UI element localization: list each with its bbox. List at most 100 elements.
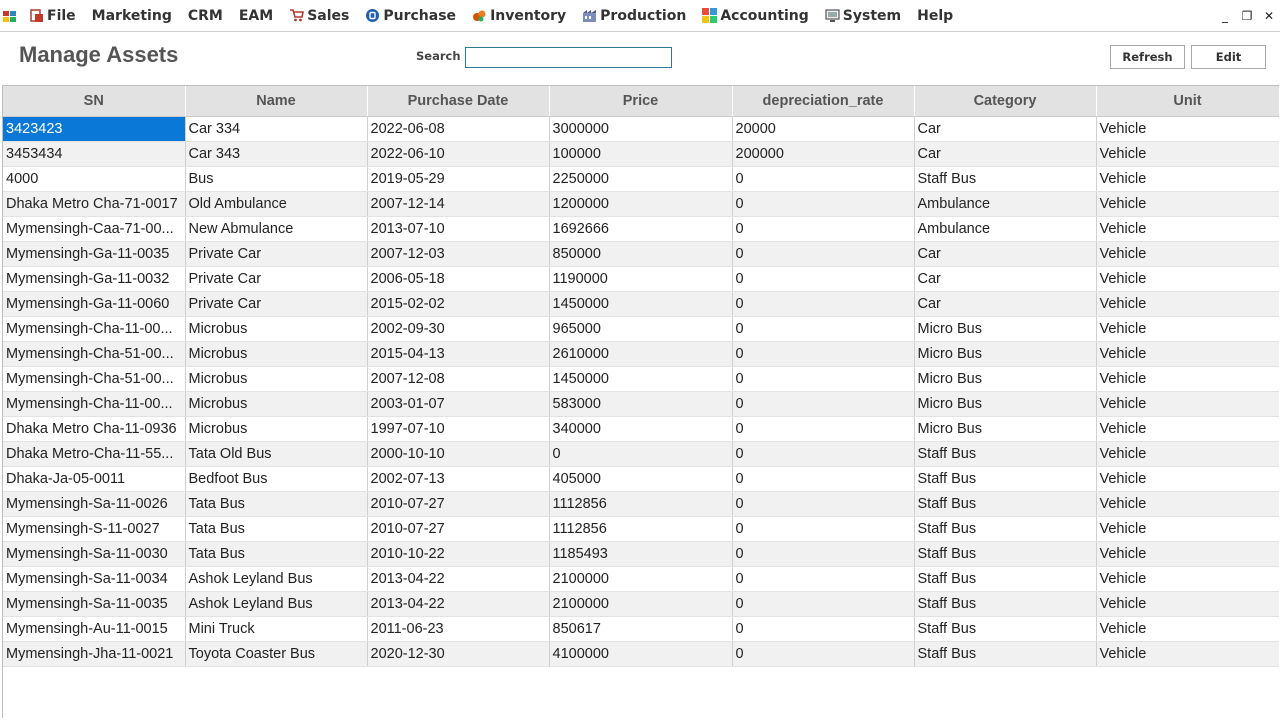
cell-name[interactable]: Car 343 [185, 141, 368, 167]
cell-name[interactable]: Bedfoot Bus [185, 466, 368, 492]
search-input[interactable] [465, 47, 672, 68]
cell-category[interactable]: Micro Bus [914, 341, 1097, 367]
table-row[interactable]: Mymensingh-Cha-11-00... Microbus 2003-01-0… [3, 391, 1279, 417]
cell-price[interactable]: 2100000 [549, 591, 733, 617]
cell-price[interactable]: 100000 [549, 141, 733, 167]
cell-sn[interactable]: Mymensingh-Ga-11-0035 [3, 241, 186, 267]
cell-name[interactable]: Microbus [185, 391, 368, 417]
column-header-name[interactable]: Name [185, 86, 368, 117]
cell-sn[interactable]: 3423423 [3, 116, 186, 142]
column-header-price[interactable]: Price [549, 86, 733, 117]
cell-purchase-date[interactable]: 2002-09-30 [367, 316, 550, 342]
cell-purchase-date[interactable]: 2002-07-13 [367, 466, 550, 492]
cell-category[interactable]: Micro Bus [914, 366, 1097, 392]
cell-depreciation-rate[interactable]: 0 [732, 216, 915, 242]
cell-depreciation-rate[interactable]: 20000 [732, 116, 915, 142]
table-row[interactable]: Dhaka-Ja-05-0011 Bedfoot Bus 2002-07-13 405… [3, 466, 1279, 492]
cell-price[interactable]: 1112856 [549, 516, 733, 542]
cell-price[interactable]: 4100000 [549, 641, 733, 667]
cell-name[interactable]: Microbus [185, 416, 368, 442]
table-row[interactable]: Mymensingh-Ga-11-0032 Private Car 2006-05-… [3, 266, 1279, 292]
cell-depreciation-rate[interactable]: 0 [732, 391, 915, 417]
cell-sn[interactable]: Mymensingh-Cha-11-00... [3, 316, 186, 342]
cell-price[interactable]: 0 [549, 441, 733, 467]
cell-purchase-date[interactable]: 2013-04-22 [367, 591, 550, 617]
cell-depreciation-rate[interactable]: 0 [732, 641, 915, 667]
cell-unit[interactable]: Vehicle [1096, 441, 1279, 467]
cell-unit[interactable]: Vehicle [1096, 466, 1279, 492]
cell-depreciation-rate[interactable]: 0 [732, 491, 915, 517]
cell-unit[interactable]: Vehicle [1096, 191, 1279, 217]
table-row[interactable]: Dhaka Metro Cha-11-0936 Microbus 1997-07-1… [3, 416, 1279, 442]
cell-category[interactable]: Car [914, 241, 1097, 267]
cell-depreciation-rate[interactable]: 0 [732, 191, 915, 217]
cell-unit[interactable]: Vehicle [1096, 216, 1279, 242]
cell-purchase-date[interactable]: 2019-05-29 [367, 166, 550, 192]
cell-name[interactable]: Ashok Leyland Bus [185, 566, 368, 592]
cell-price[interactable]: 1185493 [549, 541, 733, 567]
cell-name[interactable]: Microbus [185, 366, 368, 392]
edit-button[interactable]: Edit [1191, 45, 1266, 69]
menu-file[interactable]: File [21, 0, 84, 31]
cell-name[interactable]: Ashok Leyland Bus [185, 591, 368, 617]
cell-unit[interactable]: Vehicle [1096, 541, 1279, 567]
cell-unit[interactable]: Vehicle [1096, 266, 1279, 292]
cell-price[interactable]: 2610000 [549, 341, 733, 367]
cell-depreciation-rate[interactable]: 0 [732, 316, 915, 342]
table-row[interactable]: Mymensingh-Cha-51-00... Microbus 2007-12-0… [3, 366, 1279, 392]
cell-price[interactable]: 2250000 [549, 166, 733, 192]
cell-name[interactable]: Private Car [185, 291, 368, 317]
cell-depreciation-rate[interactable]: 0 [732, 541, 915, 567]
cell-category[interactable]: Staff Bus [914, 541, 1097, 567]
table-row[interactable]: Dhaka Metro Cha-71-0017 Old Ambulance 2007… [3, 191, 1279, 217]
table-row[interactable]: Mymensingh-Ga-11-0035 Private Car 2007-12-… [3, 241, 1279, 267]
cell-purchase-date[interactable]: 2006-05-18 [367, 266, 550, 292]
cell-price[interactable]: 850617 [549, 616, 733, 642]
cell-category[interactable]: Micro Bus [914, 316, 1097, 342]
cell-price[interactable]: 3000000 [549, 116, 733, 142]
menu-sales[interactable]: Sales [281, 0, 357, 31]
table-row[interactable]: Mymensingh-Jha-11-0021 Toyota Coaster Bus… [3, 641, 1279, 667]
column-header-purchase-date[interactable]: Purchase Date [367, 86, 550, 117]
cell-sn[interactable]: Mymensingh-Ga-11-0060 [3, 291, 186, 317]
menu-inventory[interactable]: Inventory [464, 0, 574, 31]
cell-name[interactable]: Microbus [185, 316, 368, 342]
cell-sn[interactable]: 4000 [3, 166, 186, 192]
cell-unit[interactable]: Vehicle [1096, 166, 1279, 192]
cell-depreciation-rate[interactable]: 200000 [732, 141, 915, 167]
cell-unit[interactable]: Vehicle [1096, 516, 1279, 542]
cell-unit[interactable]: Vehicle [1096, 641, 1279, 667]
cell-category[interactable]: Staff Bus [914, 641, 1097, 667]
minimize-button[interactable]: _ [1214, 0, 1236, 31]
cell-purchase-date[interactable]: 2003-01-07 [367, 391, 550, 417]
cell-unit[interactable]: Vehicle [1096, 416, 1279, 442]
table-row[interactable]: Mymensingh-Sa-11-0030 Tata Bus 2010-10-22 1… [3, 541, 1279, 567]
cell-depreciation-rate[interactable]: 0 [732, 266, 915, 292]
cell-name[interactable]: Bus [185, 166, 368, 192]
column-header-category[interactable]: Category [914, 86, 1097, 117]
cell-purchase-date[interactable]: 2007-12-08 [367, 366, 550, 392]
cell-name[interactable]: Toyota Coaster Bus [185, 641, 368, 667]
cell-category[interactable]: Staff Bus [914, 616, 1097, 642]
cell-name[interactable]: Tata Bus [185, 541, 368, 567]
cell-sn[interactable]: Mymensingh-Au-11-0015 [3, 616, 186, 642]
cell-sn[interactable]: Mymensingh-Sa-11-0034 [3, 566, 186, 592]
cell-category[interactable]: Staff Bus [914, 166, 1097, 192]
cell-purchase-date[interactable]: 1997-07-10 [367, 416, 550, 442]
cell-category[interactable]: Car [914, 291, 1097, 317]
cell-unit[interactable]: Vehicle [1096, 341, 1279, 367]
cell-category[interactable]: Staff Bus [914, 566, 1097, 592]
menu-accounting[interactable]: Accounting [694, 0, 816, 31]
cell-purchase-date[interactable]: 2010-07-27 [367, 516, 550, 542]
cell-category[interactable]: Ambulance [914, 191, 1097, 217]
cell-unit[interactable]: Vehicle [1096, 316, 1279, 342]
table-row[interactable]: Mymensingh-S-11-0027 Tata Bus 2010-07-27 11… [3, 516, 1279, 542]
cell-category[interactable]: Car [914, 116, 1097, 142]
cell-category[interactable]: Staff Bus [914, 466, 1097, 492]
cell-category[interactable]: Micro Bus [914, 416, 1097, 442]
cell-sn[interactable]: Dhaka Metro Cha-11-0936 [3, 416, 186, 442]
cell-unit[interactable]: Vehicle [1096, 291, 1279, 317]
cell-name[interactable]: Tata Old Bus [185, 441, 368, 467]
cell-sn[interactable]: Mymensingh-Sa-11-0026 [3, 491, 186, 517]
cell-depreciation-rate[interactable]: 0 [732, 591, 915, 617]
